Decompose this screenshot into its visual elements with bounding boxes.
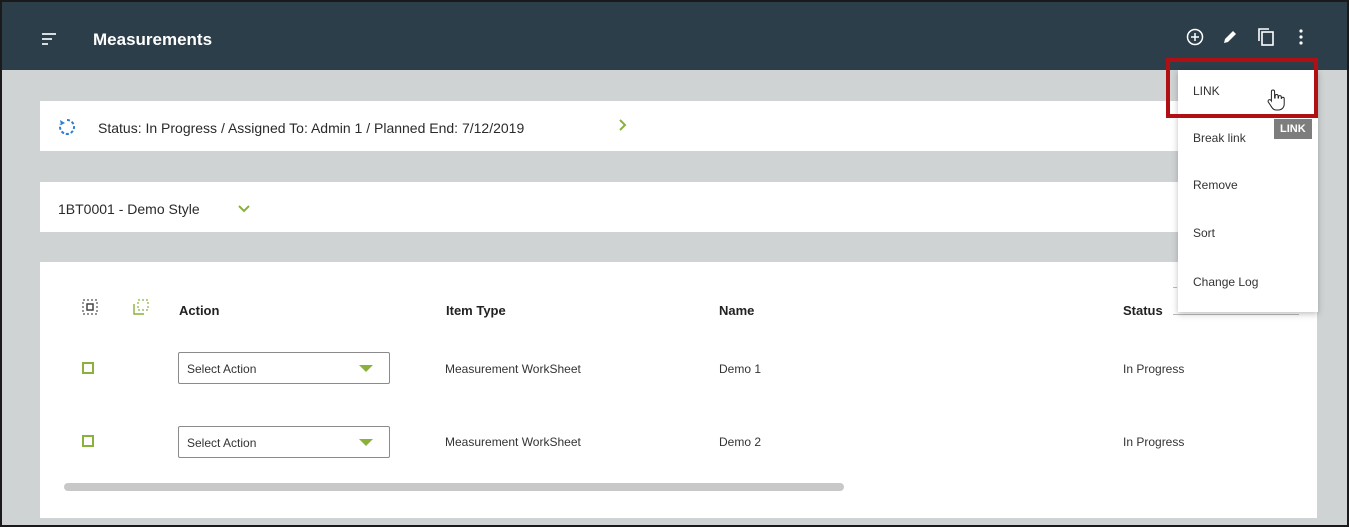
action-select-value: Select Action [187,436,257,450]
cell-status: In Progress [1123,362,1185,376]
chevron-down-icon[interactable] [237,201,251,219]
divider [1173,287,1177,288]
edit-pencil-icon[interactable] [1220,26,1240,48]
more-vertical-icon[interactable] [1291,26,1311,48]
dropdown-arrow-icon [359,365,373,372]
menu-icon[interactable] [42,33,58,45]
row-checkbox[interactable] [82,435,94,447]
menu-item-sort[interactable]: Sort [1193,226,1215,240]
top-bar: Measurements [2,2,1347,70]
status-summary: Status: In Progress / Assigned To: Admin… [98,120,525,136]
app-frame: Measurements Status: In Progress / Assig… [0,0,1349,527]
select-all-icon[interactable] [82,299,98,320]
column-header-item-type[interactable]: Item Type [446,303,506,318]
column-header-name[interactable]: Name [719,303,754,318]
cell-item-type: Measurement WorkSheet [445,435,581,449]
cell-name: Demo 2 [719,435,762,449]
cell-name: Demo 1 [719,362,762,376]
menu-item-change-log[interactable]: Change Log [1193,275,1258,289]
cell-item-type: Measurement WorkSheet [445,362,581,376]
link-tooltip: LINK [1274,119,1312,139]
menu-item-remove[interactable]: Remove [1193,178,1238,192]
highlight-box [1166,58,1318,118]
action-select[interactable]: Select Action [178,352,390,384]
cell-status: In Progress [1123,435,1185,449]
column-header-action[interactable]: Action [179,303,219,318]
status-panel[interactable]: Status: In Progress / Assigned To: Admin… [40,101,1317,151]
row-checkbox[interactable] [82,362,94,374]
dropdown-arrow-icon [359,439,373,446]
chevron-right-icon[interactable] [618,118,628,137]
action-select-value: Select Action [187,362,257,376]
style-name: 1BT0001 - Demo Style [58,201,200,217]
menu-item-break-link[interactable]: Break link [1193,131,1246,145]
page-title: Measurements [93,30,213,49]
sync-icon [58,118,76,141]
items-table: Action Item Type Name Status Select Acti… [40,262,1317,518]
horizontal-scrollbar[interactable] [64,483,844,491]
style-selector[interactable]: 1BT0001 - Demo Style [40,182,1317,232]
action-select[interactable]: Select Action [178,426,390,458]
column-divider [1173,314,1299,315]
deselect-icon[interactable] [133,299,149,320]
hand-cursor-icon [1266,88,1286,117]
copy-icon[interactable] [1256,26,1276,48]
column-header-status[interactable]: Status [1123,303,1163,318]
add-circle-icon[interactable] [1185,26,1205,48]
